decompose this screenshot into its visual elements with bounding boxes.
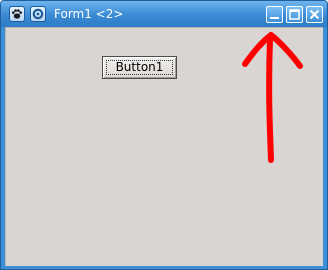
red-arrow-annotation (242, 32, 303, 163)
